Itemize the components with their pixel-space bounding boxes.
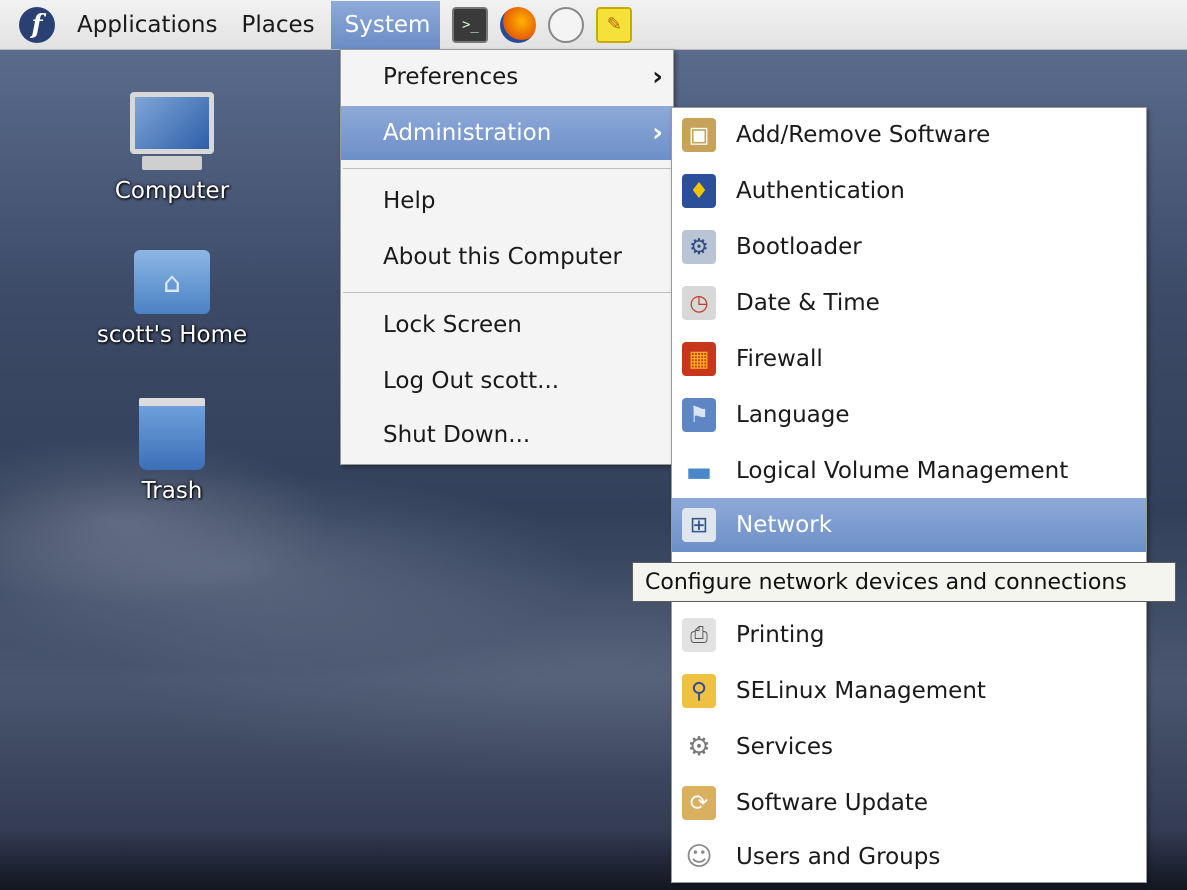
menu-item-log-out[interactable]: Log Out scott...	[341, 354, 673, 408]
computer-icon	[130, 92, 214, 170]
menu-item-services[interactable]: ⚙ Services	[672, 720, 1146, 774]
software-update-icon: ⟳	[682, 786, 716, 820]
flag-icon: ⚑	[682, 398, 716, 432]
menu-item-label: Language	[736, 402, 850, 428]
menu-item-users-groups[interactable]: ☺ Users and Groups	[672, 830, 1146, 884]
firewall-icon: ▦	[682, 342, 716, 376]
printer-icon: ⎙	[682, 618, 716, 652]
bootloader-icon: ⚙	[682, 230, 716, 264]
top-panel: f Applications Places System >_ ✎	[0, 0, 1187, 50]
menu-item-lock-screen[interactable]: Lock Screen	[341, 298, 673, 352]
system-menu[interactable]: System	[330, 0, 441, 49]
menu-item-help[interactable]: Help	[341, 174, 673, 228]
menu-item-label: Administration	[383, 120, 552, 146]
menu-item-firewall[interactable]: ▦ Firewall	[672, 332, 1146, 386]
selinux-icon: ⚲	[682, 674, 716, 708]
authentication-icon: ♦	[682, 174, 716, 208]
services-icon: ⚙	[687, 732, 711, 762]
mail-icon[interactable]	[548, 6, 585, 43]
desktop-icon-label: scott's Home	[96, 322, 248, 348]
menu-item-label: Add/Remove Software	[736, 122, 991, 148]
menu-item-label: Network	[736, 512, 833, 538]
menu-separator	[343, 292, 671, 293]
network-tooltip: Configure network devices and connection…	[632, 562, 1176, 602]
menu-item-label: Log Out scott...	[383, 368, 560, 394]
desktop-icon-trash[interactable]: Trash	[72, 398, 272, 504]
desktop-icon-home[interactable]: ⌂ scott's Home	[72, 250, 272, 348]
trash-icon	[139, 398, 205, 470]
menu-item-label: Services	[736, 734, 833, 760]
menu-item-label: SELinux Management	[736, 678, 986, 704]
clock-icon: ◷	[682, 286, 716, 320]
menu-item-about[interactable]: About this Computer	[341, 230, 673, 284]
menu-item-label: Users and Groups	[736, 844, 941, 870]
package-icon: ▣	[682, 118, 716, 152]
menu-item-label: Logical Volume Management	[736, 458, 1069, 484]
desktop-icon-label: Trash	[141, 478, 203, 504]
menu-item-label: Shut Down...	[383, 422, 531, 448]
menu-item-software-update[interactable]: ⟳ Software Update	[672, 776, 1146, 830]
menu-item-bootloader[interactable]: ⚙ Bootloader	[672, 220, 1146, 274]
fedora-logo-icon[interactable]: f	[19, 6, 55, 43]
menu-item-label: Printing	[736, 622, 825, 648]
menu-item-label: Date & Time	[736, 290, 880, 316]
system-dropdown-menu: Preferences › Administration › Help Abou…	[340, 49, 674, 465]
menu-item-label: Preferences	[383, 64, 519, 90]
menu-item-network[interactable]: ⊞ Network	[672, 498, 1146, 552]
menu-item-add-remove-software[interactable]: ▣ Add/Remove Software	[672, 108, 1146, 162]
volume-icon: ▬	[685, 454, 713, 488]
submenu-arrow-icon: ›	[652, 118, 663, 148]
firefox-icon[interactable]	[500, 6, 537, 43]
menu-item-language[interactable]: ⚑ Language	[672, 388, 1146, 442]
menu-item-label: Firewall	[736, 346, 823, 372]
network-icon: ⊞	[682, 508, 716, 542]
home-folder-icon: ⌂	[134, 250, 210, 314]
terminal-icon[interactable]: >_	[452, 6, 489, 43]
menu-separator	[343, 168, 671, 169]
users-icon: ☺	[685, 842, 713, 872]
menu-item-label: Lock Screen	[383, 312, 522, 338]
menu-item-shut-down[interactable]: Shut Down...	[341, 408, 673, 462]
places-menu[interactable]: Places	[230, 1, 327, 49]
administration-submenu: ▣ Add/Remove Software ♦ Authentication ⚙…	[671, 107, 1147, 883]
menu-item-label: Help	[383, 188, 436, 214]
menu-item-label: About this Computer	[383, 244, 622, 270]
menu-item-logical-volume[interactable]: ▬ Logical Volume Management	[672, 444, 1146, 498]
menu-item-preferences[interactable]: Preferences ›	[341, 50, 673, 104]
menu-item-label: Bootloader	[736, 234, 862, 260]
menu-item-label: Authentication	[736, 178, 905, 204]
desktop-icon-label: Computer	[114, 178, 230, 204]
menu-item-administration[interactable]: Administration ›	[341, 106, 673, 160]
menu-item-date-time[interactable]: ◷ Date & Time	[672, 276, 1146, 330]
menu-item-authentication[interactable]: ♦ Authentication	[672, 164, 1146, 218]
submenu-arrow-icon: ›	[652, 62, 663, 92]
menu-item-label: Software Update	[736, 790, 928, 816]
applications-menu[interactable]: Applications	[65, 1, 230, 49]
desktop-icon-computer[interactable]: Computer	[72, 92, 272, 204]
notes-icon[interactable]: ✎	[596, 6, 633, 43]
menu-item-selinux[interactable]: ⚲ SELinux Management	[672, 664, 1146, 718]
menu-item-printing[interactable]: ⎙ Printing	[672, 608, 1146, 662]
